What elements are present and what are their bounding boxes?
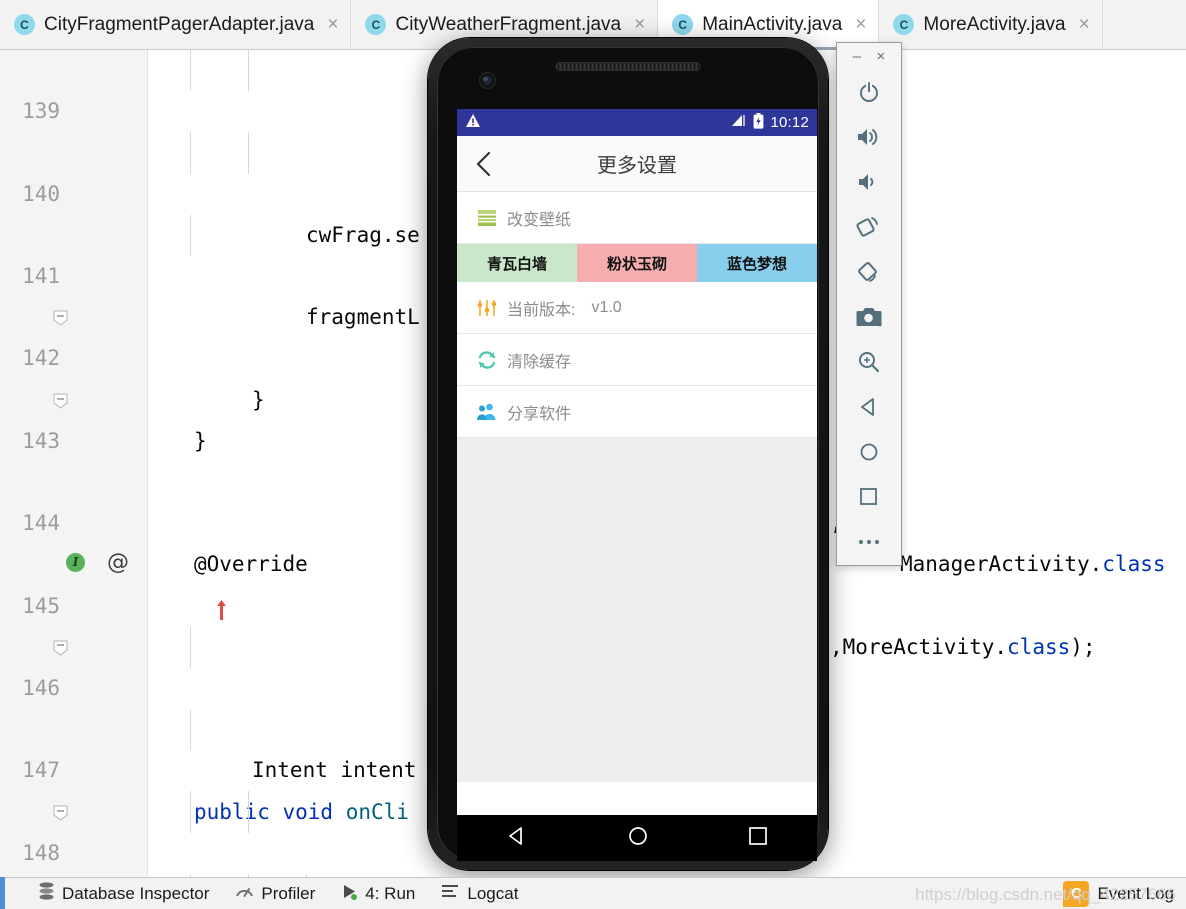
nav-back-icon[interactable] bbox=[506, 825, 528, 852]
minimize-icon[interactable]: – bbox=[853, 48, 861, 65]
wallpaper-icon bbox=[467, 207, 507, 229]
home-icon[interactable] bbox=[837, 429, 901, 474]
signal-bars-icon bbox=[731, 114, 747, 131]
status-item-label: Database Inspector bbox=[62, 884, 209, 904]
theme-button-fenzhuangyuqi[interactable]: 粉状玉砌 bbox=[577, 244, 697, 282]
close-icon[interactable]: × bbox=[1079, 15, 1090, 34]
overview-icon[interactable] bbox=[837, 474, 901, 519]
screen-empty-area bbox=[457, 438, 817, 782]
line-number: 142 bbox=[0, 338, 60, 379]
android-navigation-bar bbox=[457, 815, 817, 861]
zoom-in-icon[interactable] bbox=[837, 339, 901, 384]
volume-up-icon[interactable] bbox=[837, 114, 901, 159]
close-icon[interactable]: × bbox=[855, 15, 866, 34]
java-class-icon: C bbox=[893, 14, 914, 35]
share-people-icon bbox=[467, 401, 507, 423]
line-number: 143 bbox=[0, 421, 60, 462]
list-item-current-version[interactable]: 当前版本: v1.0 bbox=[457, 282, 817, 334]
csdn-logo: C bbox=[1063, 881, 1089, 907]
line-code: ManagerActivity.class bbox=[900, 544, 1166, 585]
theme-button-lansemengxiang[interactable]: 蓝色梦想 bbox=[697, 244, 817, 282]
tab-label: MainActivity.java bbox=[702, 14, 842, 36]
theme-button-qingwabaiqiang[interactable]: 青瓦白墙 bbox=[457, 244, 577, 282]
back-icon[interactable] bbox=[837, 384, 901, 429]
device-bezel: 10:12 更多设置 改变壁纸 bbox=[437, 47, 819, 861]
tab-city-fragment-pager-adapter[interactable]: C CityFragmentPagerAdapter.java × bbox=[0, 0, 351, 49]
status-item-label: Profiler bbox=[261, 884, 315, 904]
emulator-window-controls: – × bbox=[837, 43, 901, 69]
list-item-change-wallpaper[interactable]: 改变壁纸 bbox=[457, 192, 817, 244]
override-at-icon[interactable]: @ bbox=[107, 553, 129, 572]
close-icon[interactable]: × bbox=[634, 15, 645, 34]
status-right: 10:12 bbox=[731, 113, 809, 132]
status-clock: 10:12 bbox=[770, 114, 809, 131]
nav-overview-icon[interactable] bbox=[748, 826, 768, 851]
close-icon[interactable]: × bbox=[877, 48, 886, 65]
list-item-label: 当前版本: bbox=[507, 296, 575, 320]
nav-home-icon[interactable] bbox=[627, 825, 649, 852]
ide-status-bar: Database Inspector Profiler 4: Run Logca… bbox=[0, 877, 1186, 909]
list-item-label: 分享软件 bbox=[507, 400, 571, 424]
android-emulator-device[interactable]: 10:12 更多设置 改变壁纸 bbox=[428, 38, 828, 870]
status-item-label: Logcat bbox=[467, 884, 518, 904]
app-bar: 更多设置 bbox=[457, 136, 817, 192]
java-class-icon: C bbox=[365, 14, 386, 35]
emulator-toolbar: – × bbox=[836, 42, 902, 566]
status-bar-accent bbox=[0, 877, 5, 909]
fold-minus-icon[interactable] bbox=[52, 309, 69, 326]
status-item-database-inspector[interactable]: Database Inspector bbox=[38, 882, 209, 906]
battery-charging-icon bbox=[753, 113, 764, 132]
line-code: } bbox=[194, 421, 207, 462]
list-item-share-app[interactable]: 分享软件 bbox=[457, 386, 817, 438]
app-window: C CityFragmentPagerAdapter.java × C City… bbox=[0, 0, 1186, 909]
chevron-left-icon[interactable] bbox=[457, 150, 511, 178]
logcat-icon bbox=[441, 884, 460, 904]
power-icon[interactable] bbox=[837, 69, 901, 114]
status-bar-right: C Event Log bbox=[1063, 881, 1186, 907]
profiler-icon bbox=[235, 883, 254, 905]
list-item-clear-cache[interactable]: 清除缓存 bbox=[457, 334, 817, 386]
tab-more-activity[interactable]: C MoreActivity.java × bbox=[879, 0, 1102, 49]
version-sliders-icon bbox=[467, 297, 507, 319]
java-class-icon: C bbox=[14, 14, 35, 35]
rotate-right-icon[interactable] bbox=[837, 249, 901, 294]
status-item-logcat[interactable]: Logcat bbox=[441, 884, 518, 904]
refresh-cache-icon bbox=[467, 349, 507, 371]
tab-label: CityWeatherFragment.java bbox=[395, 14, 621, 36]
more-options-icon[interactable] bbox=[837, 519, 901, 564]
tab-label: MoreActivity.java bbox=[923, 14, 1065, 36]
wallpaper-theme-buttons: 青瓦白墙 粉状玉砌 蓝色梦想 bbox=[457, 244, 817, 282]
version-value: v1.0 bbox=[591, 299, 621, 317]
tab-label: CityFragmentPagerAdapter.java bbox=[44, 14, 314, 36]
page-title: 更多设置 bbox=[457, 149, 817, 178]
database-icon bbox=[38, 882, 55, 906]
fold-minus-icon[interactable] bbox=[52, 227, 69, 244]
line-number: 139 bbox=[0, 91, 60, 132]
line-code: Intent intent bbox=[252, 750, 416, 791]
line-code: ,MoreActivity.class); bbox=[830, 627, 1096, 668]
screenshot-camera-icon[interactable] bbox=[837, 294, 901, 339]
status-left bbox=[465, 113, 481, 132]
warning-triangle-icon bbox=[465, 113, 481, 132]
status-item-run[interactable]: 4: Run bbox=[341, 883, 415, 905]
earpiece-speaker bbox=[556, 62, 701, 71]
line-number: 140 bbox=[0, 174, 60, 215]
rotate-left-icon[interactable] bbox=[837, 204, 901, 249]
line-number: 147 bbox=[0, 750, 60, 791]
line-number: 141 bbox=[0, 256, 60, 297]
front-camera-icon bbox=[480, 73, 495, 88]
status-item-profiler[interactable]: Profiler bbox=[235, 883, 315, 905]
device-screen[interactable]: 10:12 更多设置 改变壁纸 bbox=[457, 109, 817, 827]
event-log-button[interactable]: Event Log bbox=[1097, 884, 1174, 904]
android-status-bar: 10:12 bbox=[457, 109, 817, 136]
close-icon[interactable]: × bbox=[327, 15, 338, 34]
list-item-label: 改变壁纸 bbox=[507, 206, 571, 230]
list-item-label: 清除缓存 bbox=[507, 348, 571, 372]
run-play-icon bbox=[341, 883, 358, 905]
fold-minus-icon[interactable] bbox=[52, 721, 69, 738]
volume-down-icon[interactable] bbox=[837, 159, 901, 204]
status-item-label: 4: Run bbox=[365, 884, 415, 904]
java-class-icon: C bbox=[672, 14, 693, 35]
